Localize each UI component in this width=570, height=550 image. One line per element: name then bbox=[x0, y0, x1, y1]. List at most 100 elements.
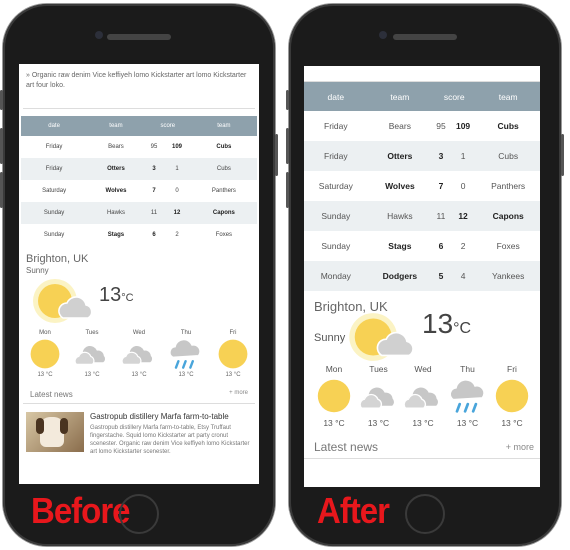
table-row: Saturday Wolves 7 0 Panthers bbox=[21, 180, 257, 202]
cell-home: Wolves bbox=[385, 181, 415, 191]
forecast: Mon 13 °C Tues 13 °C Wed 13 °C Thu 13 °C Fri… bbox=[19, 320, 259, 378]
earpiece bbox=[393, 34, 457, 40]
cell-home: Stags bbox=[107, 232, 125, 238]
forecast-day-temp: 13 °C bbox=[367, 418, 390, 428]
table-row: Monday Dodgers 5 4 Yankees bbox=[304, 261, 540, 291]
cell-home-score: 95 bbox=[150, 144, 158, 150]
cell-away-score: 1 bbox=[163, 158, 191, 180]
cell-home-score: 6 bbox=[438, 241, 444, 251]
header-team-away[interactable]: team bbox=[190, 116, 257, 136]
sun-icon bbox=[218, 339, 248, 369]
forecast-day-label: Wed bbox=[414, 364, 432, 374]
cell-away: Cubs bbox=[190, 158, 257, 180]
cell-date: Friday bbox=[324, 121, 348, 131]
header-score[interactable]: score bbox=[432, 82, 477, 111]
partly-cloudy-icon bbox=[349, 313, 414, 361]
table-row: Friday Bears 95 109 Cubs bbox=[21, 136, 257, 158]
header-team[interactable]: team bbox=[367, 82, 433, 111]
table-row: Friday Otters 3 1 Cubs bbox=[304, 141, 540, 171]
news-item[interactable]: Gastropub distillery Marfa farm-to-table… bbox=[19, 404, 259, 464]
cloud-icon bbox=[403, 385, 440, 409]
cell-home-score: 7 bbox=[152, 188, 156, 194]
sun-icon bbox=[30, 339, 60, 369]
rain-icon bbox=[169, 339, 201, 369]
news-body: Gastropub distillery Marfa farm-to-table… bbox=[90, 425, 250, 455]
cell-date: Sunday bbox=[43, 232, 65, 238]
cell-home-score: 5 bbox=[432, 261, 450, 291]
cell-away: Cubs bbox=[216, 144, 232, 150]
cell-away-score: 1 bbox=[449, 141, 477, 171]
cell-date: Sunday bbox=[304, 201, 368, 231]
current-weather: 13°C bbox=[19, 276, 259, 323]
scores-table: date team score team Friday Bears 95 109 Cub… bbox=[21, 116, 257, 246]
header-date[interactable]: date bbox=[21, 116, 88, 136]
forecast-day: Mon 13 °C bbox=[312, 364, 356, 428]
cell-home-score: 11 bbox=[432, 201, 450, 231]
forecast-day-temp: 13 °C bbox=[323, 418, 345, 428]
news-heading: Latest news bbox=[314, 440, 379, 454]
cell-date: Monday bbox=[304, 261, 368, 291]
forecast-day-label: Thu bbox=[460, 364, 475, 374]
cell-home: Hawks bbox=[87, 202, 145, 224]
cell-home: Hawks bbox=[367, 201, 433, 231]
cloud-icon bbox=[74, 344, 107, 365]
cell-away: Cubs bbox=[497, 121, 519, 131]
forecast-day: Mon 13 °C bbox=[25, 330, 65, 378]
cell-away: Foxes bbox=[215, 232, 233, 238]
cell-date: Friday bbox=[304, 141, 368, 171]
header-team[interactable]: team bbox=[87, 116, 145, 136]
forecast-day-temp: 13 °C bbox=[456, 418, 479, 428]
screen-after[interactable]: date team score team Friday Bears 95 109 Cub… bbox=[304, 66, 540, 487]
home-button[interactable] bbox=[405, 494, 445, 534]
cell-away-score: 12 bbox=[163, 202, 191, 224]
cell-home-score: 3 bbox=[144, 158, 164, 180]
cell-away: Foxes bbox=[496, 241, 520, 251]
more-news-link[interactable]: + more bbox=[229, 390, 248, 399]
cell-away-score: 2 bbox=[175, 232, 179, 238]
cell-home-score: 95 bbox=[436, 121, 446, 131]
current-temp: 13°C bbox=[99, 284, 134, 306]
cell-home-score: 7 bbox=[438, 181, 444, 191]
scores-table: date team score team Friday Bears 95 109 Cub… bbox=[304, 82, 540, 291]
cell-date: Friday bbox=[45, 144, 63, 150]
front-camera bbox=[379, 31, 387, 39]
cell-date: Saturday bbox=[42, 188, 67, 194]
cell-away-score: 109 bbox=[171, 144, 182, 150]
table-row: Saturday Wolves 7 0 Panthers bbox=[304, 171, 540, 201]
screen-before[interactable]: » Organic raw denim Vice keffiyeh lomo K… bbox=[19, 64, 259, 484]
header-score[interactable]: score bbox=[144, 116, 191, 136]
news-header: Latest news + more bbox=[304, 428, 540, 459]
news-title[interactable]: Gastropub distillery Marfa farm-to-table bbox=[90, 412, 252, 421]
more-news-link[interactable]: + more bbox=[506, 440, 534, 454]
header-date[interactable]: date bbox=[304, 82, 368, 111]
cell-date: Sunday bbox=[321, 241, 351, 251]
table-row: Sunday Stags 6 2 Foxes bbox=[304, 231, 540, 261]
forecast-day-temp: 13 °C bbox=[84, 372, 100, 378]
forecast-day: Wed 13 °C bbox=[401, 364, 445, 428]
header-team-away[interactable]: team bbox=[476, 82, 540, 111]
cell-date: Sunday bbox=[21, 202, 88, 224]
weather-condition: Sunny bbox=[26, 266, 49, 275]
forecast-day: Thu 13 °C bbox=[446, 364, 490, 428]
cell-date: Friday bbox=[21, 158, 88, 180]
cell-away-score: 12 bbox=[449, 201, 477, 231]
table-row: Sunday Stags 6 2 Foxes bbox=[21, 224, 257, 246]
cell-away: Cubs bbox=[476, 141, 540, 171]
home-button[interactable] bbox=[119, 494, 159, 534]
cell-home: Otters bbox=[87, 158, 145, 180]
news-thumbnail[interactable] bbox=[26, 412, 84, 452]
forecast-day-temp: 13 °C bbox=[501, 418, 523, 428]
current-temp: 13°C bbox=[422, 308, 472, 339]
weather-city: Brighton, UK bbox=[26, 253, 89, 265]
table-row: Sunday Hawks 11 12 Capons bbox=[304, 201, 540, 231]
forecast-day: Fri 13 °C bbox=[490, 364, 534, 428]
cell-home: Wolves bbox=[105, 188, 127, 194]
forecast-day: Wed 13 °C bbox=[119, 330, 159, 378]
cell-away: Capons bbox=[476, 201, 540, 231]
cell-away-score: 0 bbox=[460, 181, 466, 191]
forecast-day-label: Mon bbox=[325, 364, 343, 374]
cell-home: Otters bbox=[367, 141, 433, 171]
cell-away: Panthers bbox=[491, 181, 526, 191]
table-row: Sunday Hawks 11 12 Capons bbox=[21, 202, 257, 224]
cell-home: Bears bbox=[388, 121, 411, 131]
